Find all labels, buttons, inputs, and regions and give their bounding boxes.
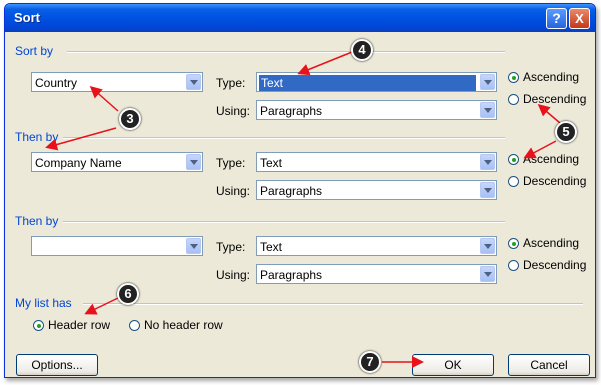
callout-badge-6: 6 [117, 283, 139, 305]
callout-badge-7: 7 [359, 351, 381, 373]
callout-arrow-5-a [537, 104, 561, 124]
callout-badge-5: 5 [555, 121, 577, 143]
callout-badge-3: 3 [119, 108, 141, 130]
callout-arrow-3-b [45, 127, 117, 151]
callout-badge-4: 4 [351, 39, 373, 61]
callout-arrow-5-b [523, 140, 557, 159]
callout-arrow-3-a [89, 86, 119, 112]
callout-arrow-6 [84, 297, 119, 315]
callout-arrow-4 [297, 51, 353, 76]
callout-arrows [45, 51, 561, 368]
